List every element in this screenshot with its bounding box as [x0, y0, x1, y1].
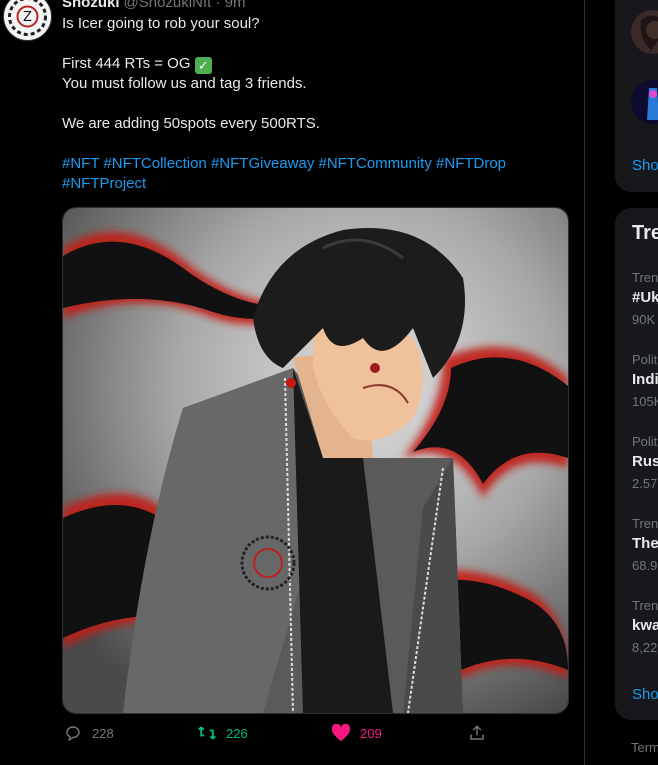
reply-count: 228: [92, 725, 114, 741]
author-avatar[interactable]: Z: [3, 0, 52, 41]
hashtag-link[interactable]: #NFT: [62, 155, 99, 172]
trend-count: 8,22: [632, 640, 658, 655]
trend-category: Trenc: [632, 598, 658, 613]
trend-count: 2.57: [632, 476, 658, 491]
trend-name[interactable]: #Uk: [632, 289, 658, 306]
retweet-button[interactable]: 226: [196, 722, 248, 744]
trend-count: 68.9: [632, 558, 658, 573]
author-name[interactable]: Shozuki: [62, 0, 120, 11]
tweet-line: You must follow us and tag 3 friends.: [62, 75, 307, 92]
tweet-line: Is Icer going to rob your soul?: [62, 15, 260, 32]
trend-name[interactable]: kwa: [632, 617, 658, 634]
trend-category: Trenc: [632, 270, 658, 285]
hashtag-link[interactable]: #NFTGiveaway: [211, 155, 314, 172]
like-count: 209: [360, 725, 382, 741]
share-button[interactable]: [466, 722, 496, 744]
hashtag-link[interactable]: #NFTProject: [62, 175, 146, 192]
tweet-header: Shozuki @ShozukiNft · 9m: [62, 0, 245, 11]
tweet-line: First 444 RTs = OG ✓: [62, 54, 562, 74]
reply-button[interactable]: 228: [62, 722, 114, 744]
trend-count: 90K: [632, 312, 656, 327]
trend-name[interactable]: Rus: [632, 453, 658, 470]
author-handle[interactable]: @ShozukiNft · 9m: [124, 0, 246, 11]
tweet-image[interactable]: [62, 207, 569, 714]
trend-count: 105K: [632, 394, 658, 409]
share-icon: [466, 722, 488, 744]
tweet-line: We are adding 50spots every 500RTS.: [62, 115, 320, 132]
trends-title: Tre: [632, 222, 658, 244]
check-mark-icon: ✓: [194, 57, 212, 74]
hashtag-list: #NFT #NFTCollection #NFTGiveaway #NFTCom…: [62, 154, 562, 194]
hashtag-link[interactable]: #NFTCommunity: [318, 155, 431, 172]
trend-category: Polit: [632, 352, 658, 367]
retweet-icon: [196, 722, 218, 744]
tweet-actions: 228 226 209: [62, 722, 492, 748]
retweet-count: 226: [226, 725, 248, 741]
svg-text:Z: Z: [23, 10, 32, 25]
hashtag-link[interactable]: #NFTDrop: [436, 155, 506, 172]
reply-icon: [62, 722, 84, 744]
hashtag-link[interactable]: #NFTCollection: [103, 155, 206, 172]
column-divider: [584, 0, 585, 765]
show-more-link[interactable]: Sho: [632, 686, 658, 703]
show-more-link[interactable]: Sho: [632, 157, 658, 174]
trend-name[interactable]: Indi: [632, 371, 658, 388]
heart-icon: [330, 722, 352, 744]
trend-name[interactable]: The: [632, 535, 658, 552]
like-button[interactable]: 209: [330, 722, 382, 744]
trend-category: Polit: [632, 434, 658, 449]
more-dots-icon[interactable]: ···: [549, 0, 568, 8]
tweet-text: Is Icer going to rob your soul? First 44…: [62, 14, 562, 194]
footer-links[interactable]: Term: [631, 740, 658, 755]
tweet-feed: Z Shozuki @ShozukiNft · 9m ··· Is Icer go…: [0, 0, 584, 765]
trend-category: Trenc: [632, 516, 658, 531]
